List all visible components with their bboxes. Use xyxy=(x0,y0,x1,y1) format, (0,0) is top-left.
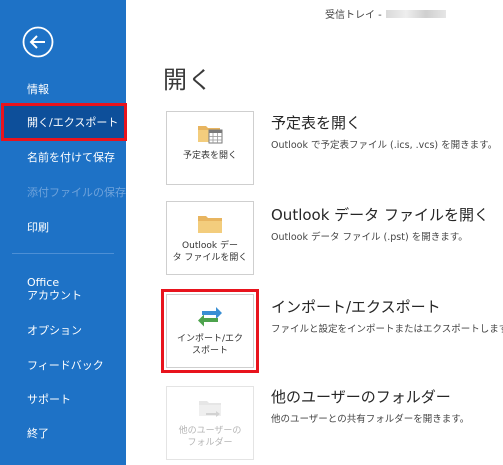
sidebar-item-info[interactable]: 情報 xyxy=(0,72,126,106)
open-outlook-data-file-button[interactable]: Outlook デー タ ファイルを開く xyxy=(166,201,254,275)
tile-label-line: フォルダー xyxy=(187,438,233,448)
open-calendar-button[interactable]: 予定表を開く xyxy=(166,111,254,185)
sidebar-item-exit[interactable]: 終了 xyxy=(0,416,126,450)
redacted-account xyxy=(385,9,446,18)
tile-label-line: タ ファイルを開く xyxy=(172,253,248,263)
tile-label-line: 他のユーザーの xyxy=(178,426,242,436)
sidebar-item-label: 添付ファイルの保存 xyxy=(27,185,126,199)
sidebar-item-label: Office xyxy=(27,276,60,289)
tile-label-line: スポート xyxy=(191,346,228,356)
tile-label-line: インポート/エク xyxy=(176,334,244,344)
tile-label: Outlook デー タ ファイルを開く xyxy=(170,240,250,264)
sidebar-item-label: 開く/エクスポート xyxy=(27,115,119,129)
folder-icon xyxy=(198,216,222,233)
page-title: 開く xyxy=(163,66,213,94)
sidebar-item-options[interactable]: オプション xyxy=(0,313,126,347)
import-export-button[interactable]: インポート/エク スポート xyxy=(161,289,259,373)
import-export-arrows-icon xyxy=(198,307,222,327)
sidebar-item-label: 名前を付けて保存 xyxy=(27,150,115,164)
sidebar-item-save-attachments: 添付ファイルの保存 xyxy=(0,175,126,209)
sidebar-item-label: 印刷 xyxy=(27,220,49,234)
sidebar-divider xyxy=(12,253,114,254)
sidebar-item-feedback[interactable]: フィードバック xyxy=(0,348,126,382)
shared-folder-icon xyxy=(199,401,221,417)
window-title: 受信トレイ - xyxy=(325,6,446,21)
option-description: Outlook で予定表ファイル (.ics, .vcs) を開きます。 xyxy=(271,140,498,151)
option-title: Outlook データ ファイルを開く xyxy=(271,206,489,224)
option-title: 他のユーザーのフォルダー xyxy=(271,388,451,406)
sidebar-item-open-export[interactable]: 開く/エクスポート xyxy=(1,103,127,141)
option-title: インポート/エクスポート xyxy=(271,298,441,316)
backstage-sidebar: 情報 開く/エクスポート 名前を付けて保存 添付ファイルの保存 印刷 Offic… xyxy=(0,0,127,465)
other-user-folder-button: 他のユーザーの フォルダー xyxy=(166,386,254,460)
window-title-text: 受信トレイ - xyxy=(325,10,382,21)
sidebar-item-label: アカウント xyxy=(27,289,82,302)
option-description: 他のユーザーとの共有フォルダーを開きます。 xyxy=(271,414,470,425)
option-title: 予定表を開く xyxy=(271,114,362,132)
option-description: ファイルと設定をインポートまたはエクスポートします。 xyxy=(271,324,503,335)
tile-label: インポート/エク スポート xyxy=(170,333,250,357)
tile-label: 予定表を開く xyxy=(170,150,250,162)
tile-label: 他のユーザーの フォルダー xyxy=(170,425,250,449)
sidebar-item-label: 情報 xyxy=(27,82,49,96)
option-description: Outlook データ ファイル (.pst) を開きます。 xyxy=(271,232,468,243)
sidebar-item-label: 終了 xyxy=(27,426,49,440)
sidebar-item-support[interactable]: サポート xyxy=(0,382,126,416)
sidebar-item-save-as[interactable]: 名前を付けて保存 xyxy=(0,140,126,174)
sidebar-item-label: オプション xyxy=(27,323,82,337)
sidebar-item-label: サポート xyxy=(27,392,71,406)
sidebar-item-office-account[interactable]: Office アカウント xyxy=(0,272,126,306)
calendar-folder-icon xyxy=(198,126,223,144)
sidebar-item-label: フィードバック xyxy=(27,358,104,372)
sidebar-item-print[interactable]: 印刷 xyxy=(0,210,126,244)
tile-label-line: 予定表を開く xyxy=(182,151,237,161)
tile-label-line: Outlook デー xyxy=(182,241,238,251)
back-arrow-icon[interactable] xyxy=(22,26,54,58)
